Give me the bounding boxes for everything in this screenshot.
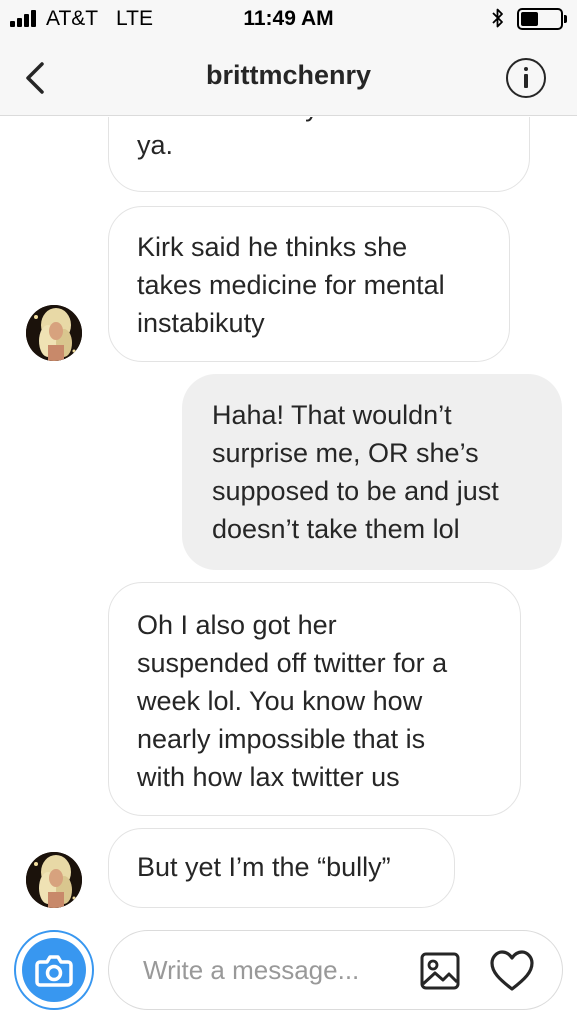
bluetooth-icon	[492, 8, 503, 28]
message-line: with how lax twitter us	[137, 762, 400, 792]
message-line: doesn’t take them lol	[212, 514, 460, 544]
message-bubble-incoming[interactable]: I think she may be on meds ya.	[108, 117, 530, 192]
gallery-button[interactable]	[419, 950, 461, 992]
message-line: supposed to be and just	[212, 476, 499, 506]
camera-icon	[35, 955, 73, 987]
camera-button[interactable]	[14, 930, 94, 1010]
message-line: ya.	[137, 130, 174, 160]
heart-icon	[490, 950, 534, 991]
conversation-username[interactable]: brittmchenry	[0, 60, 577, 91]
message-line: takes medicine for mental	[137, 270, 445, 300]
message-line: Haha! That wouldn’t	[212, 400, 452, 430]
message-thread: I think she may be on meds ya. Kirk said…	[0, 117, 577, 920]
conversation-header: brittmchenry	[0, 40, 577, 116]
message-line: nearly impossible that is	[137, 724, 426, 754]
status-bar: AT&T LTE 11:49 AM	[0, 0, 577, 40]
profile-photo	[26, 305, 82, 361]
profile-photo	[26, 852, 82, 908]
message-line: week lol. You know how	[137, 686, 423, 716]
message-line: surprise me, OR she’s	[212, 438, 479, 468]
info-icon	[524, 67, 528, 71]
message-input-container	[108, 930, 563, 1010]
message-bubble-incoming[interactable]: Kirk said he thinks she takes medicine f…	[108, 206, 510, 362]
message-line: instabikuty	[137, 308, 265, 338]
message-line: But yet I’m the “bully”	[137, 852, 391, 882]
message-line: I think she may be on meds	[137, 117, 501, 126]
message-line: Kirk said he thinks she	[137, 232, 408, 262]
message-bubble-incoming[interactable]: Oh I also got her suspended off twitter …	[108, 582, 521, 816]
message-input[interactable]	[143, 951, 403, 989]
message-line: suspended off twitter for a	[137, 648, 448, 678]
message-composer	[0, 920, 577, 1024]
heart-button[interactable]	[489, 949, 535, 993]
image-icon	[420, 952, 460, 990]
message-bubble-outgoing[interactable]: Haha! That wouldn’t surprise me, OR she’…	[182, 374, 562, 570]
sender-avatar[interactable]	[26, 305, 82, 361]
info-button[interactable]	[506, 58, 546, 98]
message-bubble-incoming[interactable]: But yet I’m the “bully”	[108, 828, 455, 908]
sender-avatar[interactable]	[26, 852, 82, 908]
battery-icon	[517, 8, 567, 30]
message-line: Oh I also got her	[137, 610, 337, 640]
